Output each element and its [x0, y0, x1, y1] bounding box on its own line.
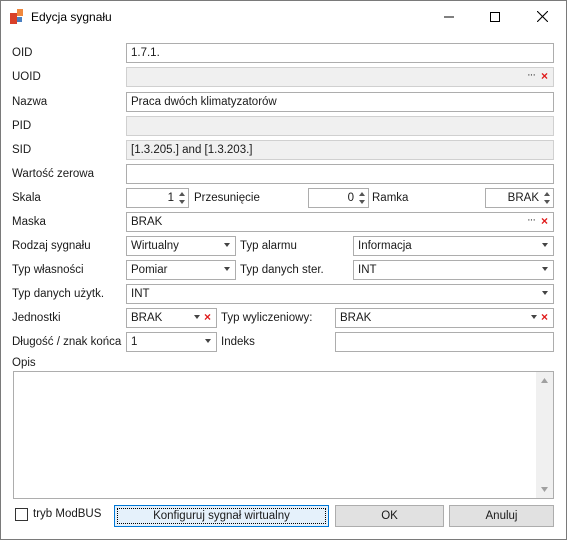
dlugosc-value: 1 [131, 336, 138, 348]
typ-alarmu-select[interactable]: Informacja [353, 236, 554, 256]
typ-wlasnosci-label: Typ własności [12, 264, 84, 276]
typ-danych-ster-select[interactable]: INT [353, 260, 554, 280]
oid-field[interactable]: 1.7.1. [126, 43, 554, 63]
wartosc-zerowa-field[interactable] [126, 164, 554, 184]
anuluj-button[interactable]: Anuluj [449, 505, 554, 527]
typ-alarmu-label: Typ alarmu [240, 240, 297, 252]
ok-button[interactable]: OK [335, 505, 444, 527]
close-icon [536, 11, 548, 22]
indeks-field[interactable] [335, 332, 554, 352]
typ-danych-ster-chevron-down-icon [542, 267, 548, 271]
typ-danych-ster-label: Typ danych ster. [240, 264, 324, 276]
ramka-label: Ramka [372, 192, 409, 204]
minimize-icon [444, 16, 454, 17]
nazwa-field[interactable]: Praca dwóch klimatyzatorów [126, 92, 554, 112]
minimize-button[interactable] [426, 1, 472, 32]
oid-label: OID [12, 47, 33, 59]
jednostki-clear-icon[interactable]: × [204, 310, 211, 324]
ramka-down-icon[interactable] [544, 200, 550, 204]
nazwa-value: Praca dwóch klimatyzatorów [131, 96, 277, 108]
typ-wyliczeniowy-label: Typ wyliczeniowy: [221, 312, 313, 324]
typ-wlasnosci-select[interactable]: Pomiar [126, 260, 236, 280]
ramka-up-icon[interactable] [544, 192, 550, 196]
przesuniecie-down-icon[interactable] [359, 200, 365, 204]
sid-field[interactable]: [1.3.205.] and [1.3.203.] [126, 140, 554, 160]
title-bar[interactable]: Edycja sygnału [1, 1, 566, 32]
pid-label: PID [12, 120, 32, 132]
typ-wyliczeniowy-select[interactable]: BRAK × [335, 308, 554, 328]
uoid-label: UOID [12, 71, 41, 83]
app-icon [10, 9, 23, 24]
przesuniecie-up-icon[interactable] [359, 192, 365, 196]
typ-alarmu-value: Informacja [358, 240, 412, 252]
rodzaj-sygnalu-select[interactable]: Wirtualny [126, 236, 236, 256]
typ-danych-uzytk-chevron-down-icon [542, 291, 548, 295]
skala-spinner[interactable]: 1 [126, 188, 189, 208]
przesuniecie-spinner[interactable]: 0 [308, 188, 369, 208]
anuluj-label: Anuluj [485, 510, 518, 522]
sid-label: SID [12, 144, 32, 156]
indeks-label: Indeks [221, 336, 255, 348]
dlugosc-chevron-down-icon [205, 339, 211, 343]
maska-ellipsis-icon[interactable]: ··· [527, 214, 536, 226]
tryb-modbus-checkbox[interactable] [15, 508, 28, 521]
dlugosc-select[interactable]: 1 [126, 332, 217, 352]
typ-danych-uzytk-select[interactable]: INT [126, 284, 554, 304]
typ-wyliczeniowy-clear-icon[interactable]: × [541, 310, 548, 324]
scroll-up-icon[interactable] [541, 378, 548, 383]
window-title: Edycja sygnału [31, 10, 112, 24]
rodzaj-sygnalu-value: Wirtualny [131, 240, 179, 252]
typ-alarmu-chevron-down-icon [542, 243, 548, 247]
skala-down-icon[interactable] [179, 200, 185, 204]
jednostki-select[interactable]: BRAK × [126, 308, 217, 328]
ok-label: OK [381, 510, 398, 522]
jednostki-value: BRAK [131, 312, 163, 324]
typ-wlasnosci-value: Pomiar [131, 264, 168, 276]
skala-value: 1 [167, 192, 174, 204]
uoid-field[interactable]: ··· × [126, 67, 554, 87]
uoid-clear-icon[interactable]: × [541, 69, 548, 83]
uoid-ellipsis-icon[interactable]: ··· [527, 69, 536, 81]
typ-danych-uzytk-value: INT [131, 288, 150, 300]
opis-label: Opis [12, 357, 36, 369]
jednostki-chevron-down-icon [194, 315, 200, 319]
scroll-down-icon[interactable] [541, 487, 548, 492]
jednostki-label: Jednostki [12, 312, 61, 324]
dlugosc-label: Długość / znak końca [12, 336, 122, 348]
ramka-spinner[interactable]: BRAK [485, 188, 554, 208]
dialog-window: Edycja sygnału OID 1.7.1. UOID ··· × Naz… [0, 0, 567, 540]
opis-scrollbar[interactable] [536, 372, 553, 498]
nazwa-label: Nazwa [12, 96, 48, 108]
wartosc-zerowa-label: Wartość zerowa [12, 168, 95, 180]
tryb-modbus-label: tryb ModBUS [33, 508, 102, 520]
przesuniecie-value: 0 [347, 192, 354, 204]
maximize-icon [490, 11, 500, 22]
ramka-value: BRAK [507, 192, 539, 204]
sid-value: [1.3.205.] and [1.3.203.] [131, 144, 253, 156]
oid-value: 1.7.1. [131, 47, 160, 59]
typ-wyliczeniowy-value: BRAK [340, 312, 372, 324]
skala-up-icon[interactable] [179, 192, 185, 196]
konfiguruj-label: Konfiguruj sygnał wirtualny [153, 510, 290, 522]
opis-textarea[interactable] [13, 371, 554, 499]
maska-label: Maska [12, 216, 46, 228]
rodzaj-sygnalu-chevron-down-icon [224, 243, 230, 247]
maska-field[interactable]: BRAK ··· × [126, 212, 554, 232]
typ-wlasnosci-chevron-down-icon [224, 267, 230, 271]
maska-clear-icon[interactable]: × [541, 214, 548, 228]
przesuniecie-label: Przesunięcie [194, 192, 260, 204]
konfiguruj-button[interactable]: Konfiguruj sygnał wirtualny [114, 505, 329, 527]
typ-danych-uzytk-label: Typ danych użytk. [12, 288, 105, 300]
typ-danych-ster-value: INT [358, 264, 377, 276]
maximize-button[interactable] [472, 1, 518, 32]
typ-wyliczeniowy-chevron-down-icon [531, 315, 537, 319]
skala-label: Skala [12, 192, 41, 204]
rodzaj-sygnalu-label: Rodzaj sygnału [12, 240, 91, 252]
close-button[interactable] [519, 1, 565, 32]
maska-value: BRAK [131, 216, 163, 228]
pid-field[interactable] [126, 116, 554, 136]
